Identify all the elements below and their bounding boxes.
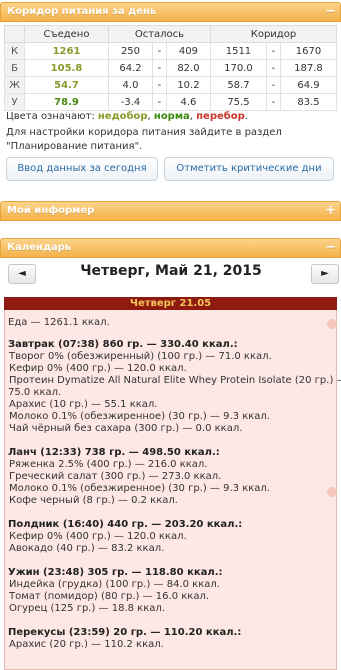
informer-panel-title: Мой информер: [7, 205, 95, 216]
list-item: Кофе черный (8 гр.) — 0.2 ккал.: [9, 495, 178, 506]
left-max: 409: [165, 42, 211, 60]
calendar-panel-header[interactable]: Календарь −: [0, 238, 341, 258]
corridor-col-label: [4, 25, 25, 43]
eaten-value: 54.7: [24, 76, 109, 94]
table-row: У 78.9 -3.4 - 4.6 75.5 - 83.5: [4, 93, 338, 111]
list-item: Томат (помидор) (80 гр.) — 16.0 ккал.: [9, 591, 210, 602]
corr-min: 58.7: [209, 76, 267, 94]
meal-snacks: Перекусы (23:59) 20 гр. — 110.20 ккал.:: [8, 627, 242, 638]
corridor-col-left: Осталось: [108, 25, 211, 43]
list-item: Греческий салат (300 гр.) — 273.0 ккал.: [9, 471, 222, 482]
meal-snack: Полдник (16:40) 440 гр. — 203.20 ккал.:: [8, 519, 243, 530]
legend-prefix: Цвета означают:: [6, 111, 95, 122]
list-item: Молоко 0.1% (обезжиренное) (30 гр.) — 9.…: [9, 411, 270, 422]
left-min: 4.0: [108, 76, 153, 94]
info-text: Для настройки коридора питания зайдите в…: [6, 127, 282, 152]
dash: -: [265, 76, 281, 94]
list-item: Молоко 0.1% (обезжиренное) (30 гр.) — 9.…: [9, 483, 270, 494]
dash: -: [151, 42, 167, 60]
corridor-col-eaten: Съедено: [24, 25, 109, 43]
row-label: У: [4, 93, 25, 111]
corr-min: 1511: [209, 42, 267, 60]
row-label: К: [4, 42, 25, 60]
corridor-table: Съедено Осталось Коридор К 1261 250 - 40…: [4, 25, 338, 111]
corr-min: 170.0: [209, 59, 267, 77]
list-item: Протеин Dymatize All Natural Elite Whey …: [9, 375, 341, 386]
dash: -: [151, 93, 167, 111]
food-total: Еда — 1261.1 ккал.: [8, 317, 110, 328]
dash: -: [151, 59, 167, 77]
corr-min: 75.5: [209, 93, 267, 111]
eaten-value: 1261: [24, 42, 109, 60]
left-min: 250: [108, 42, 153, 60]
calendar-date-title: Четверг, Май 21, 2015: [80, 263, 262, 279]
legend-over: перебор: [196, 111, 245, 122]
eaten-value: 78.9: [24, 93, 109, 111]
meal-breakfast: Завтрак (07:38) 860 гр. — 330.40 ккал.:: [8, 339, 238, 350]
left-max: 10.2: [165, 76, 211, 94]
calendar-panel-title: Календарь: [7, 242, 72, 253]
prev-day-button[interactable]: ◄: [8, 264, 36, 284]
day-header: Четверг 21.05: [4, 297, 337, 310]
apple-icon[interactable]: [327, 319, 337, 329]
table-row: Ж 54.7 4.0 - 10.2 58.7 - 64.9: [4, 76, 338, 94]
list-item: Чай чёрный без сахара (300 гр.) — 0.0 кк…: [9, 423, 243, 434]
dash: -: [265, 93, 281, 111]
dash: -: [265, 42, 281, 60]
dash: -: [265, 59, 281, 77]
list-item: 75.0 ккал.: [8, 387, 62, 398]
table-row: К 1261 250 - 409 1511 - 1670: [4, 42, 338, 60]
list-item: Авокадо (40 гр.) — 83.2 ккал.: [9, 543, 165, 554]
list-item: Кефир 0% (400 гр.) — 120.0 ккал.: [9, 531, 187, 542]
mark-critical-days-button[interactable]: Отметить критические дни: [164, 157, 334, 181]
eaten-value: 105.8: [24, 59, 109, 77]
corr-max: 64.9: [279, 76, 338, 94]
left-min: -3.4: [108, 93, 153, 111]
list-item: Огурец (125 гр.) — 18.8 ккал.: [9, 603, 165, 614]
row-label: Ж: [4, 76, 25, 94]
meal-dinner: Ужин (23:48) 305 гр. — 118.80 ккал.:: [8, 567, 223, 578]
informer-panel-header[interactable]: Мой информер +: [0, 201, 341, 221]
corr-max: 83.5: [279, 93, 338, 111]
list-item: Творог 0% (обезжиренный) (100 гр.) — 71.…: [9, 351, 272, 362]
list-item: Арахис (20 гр.) — 110.2 ккал.: [9, 639, 164, 650]
collapse-icon[interactable]: −: [325, 239, 336, 257]
legend-norm: норма: [153, 111, 190, 122]
list-item: Арахис (10 гр.) — 55.1 ккал.: [9, 399, 158, 410]
apple-icon[interactable]: [327, 487, 337, 497]
dash: -: [151, 76, 167, 94]
collapse-icon[interactable]: −: [325, 3, 336, 21]
legend-under: недобор: [97, 111, 148, 122]
list-item: Ряженка 2.5% (400 гр.) — 216.0 ккал.: [9, 459, 208, 470]
row-label: Б: [4, 59, 25, 77]
left-max: 4.6: [165, 93, 211, 111]
corridor-panel-title: Коридор питания за день: [7, 6, 157, 17]
list-item: Кефир 0% (400 гр.) — 120.0 ккал.: [9, 363, 187, 374]
corridor-panel-header[interactable]: Коридор питания за день −: [0, 2, 341, 22]
next-day-button[interactable]: ►: [311, 264, 339, 284]
left-min: 64.2: [108, 59, 153, 77]
table-row: Б 105.8 64.2 - 82.0 170.0 - 187.8: [4, 59, 338, 77]
list-item: Индейка (грудка) (100 гр.) — 84.0 ккал.: [9, 579, 220, 590]
meal-lunch: Ланч (12:33) 738 гр. — 498.50 ккал.:: [8, 447, 220, 458]
corr-max: 187.8: [279, 59, 338, 77]
corridor-col-corridor: Коридор: [209, 25, 338, 43]
expand-icon[interactable]: +: [325, 202, 336, 220]
enter-today-button[interactable]: Ввод данных за сегодня: [6, 157, 158, 181]
corr-max: 1670: [279, 42, 338, 60]
color-legend: Цвета означают: недобор, норма, перебор.: [6, 111, 248, 122]
left-max: 82.0: [165, 59, 211, 77]
